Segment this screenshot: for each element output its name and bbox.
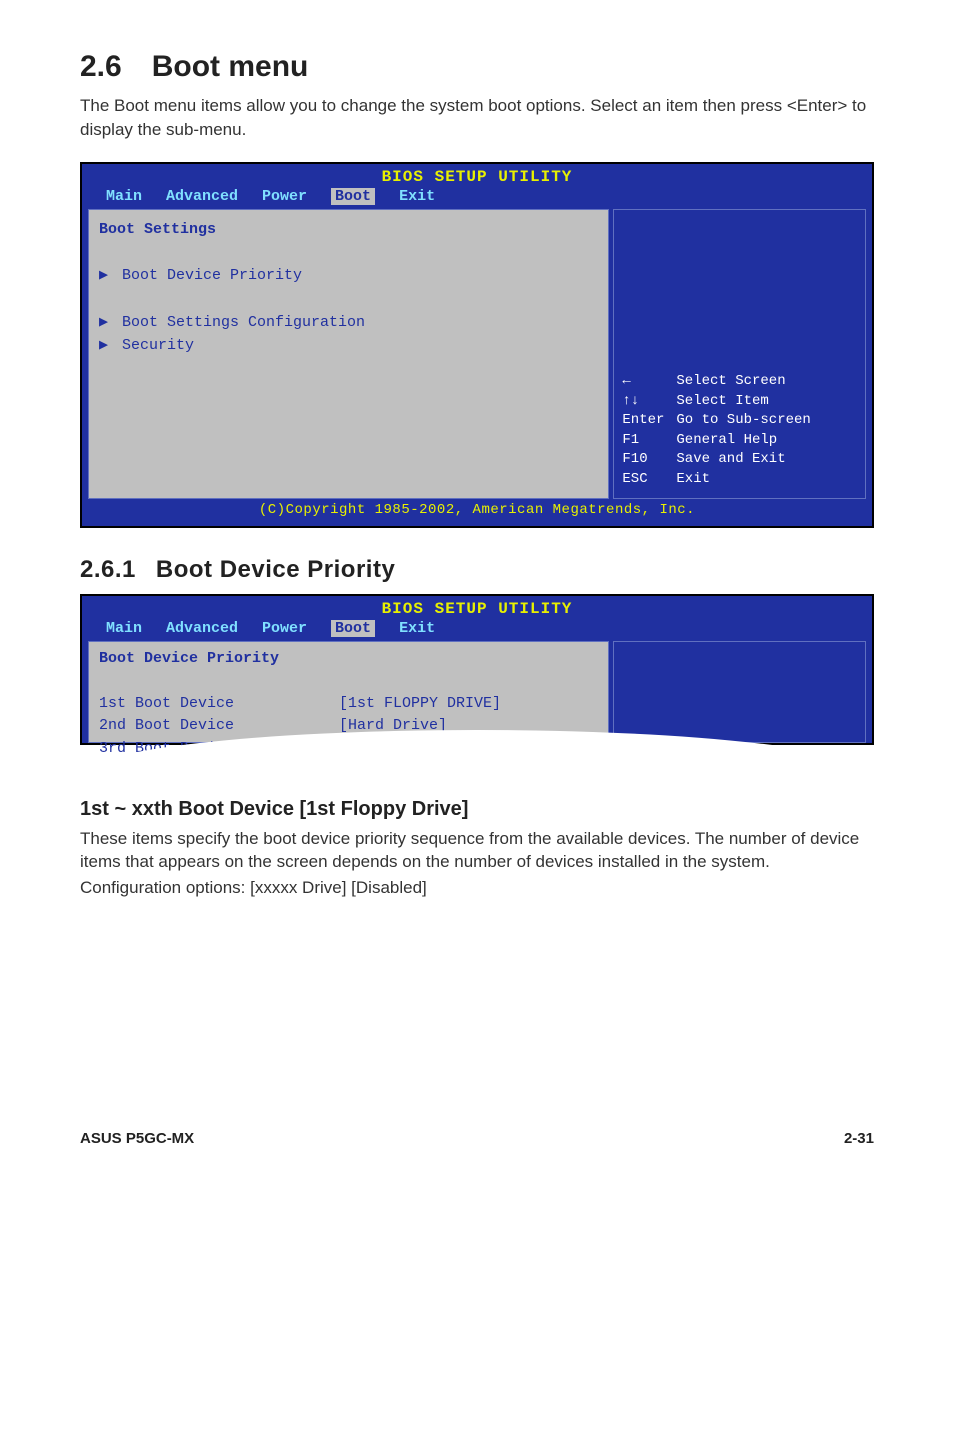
bios-tab-exit[interactable]: Exit <box>399 620 435 637</box>
bios-tab-advanced[interactable]: Advanced <box>166 188 238 205</box>
bios-tab-advanced[interactable]: Advanced <box>166 620 238 637</box>
subsection-heading: 2.6.1 Boot Device Priority <box>80 556 874 584</box>
intro-paragraph: The Boot menu items allow you to change … <box>80 94 874 142</box>
bios-help-keys: ←Select Screen ↑↓Select Item EnterGo to … <box>622 372 857 490</box>
bios-tab-power[interactable]: Power <box>262 620 307 637</box>
section-number: 2.6 <box>80 50 122 84</box>
bios-panel-device-priority: BIOS SETUP UTILITY Main Advanced Power B… <box>80 594 874 745</box>
bios-tab-boot[interactable]: Boot <box>331 620 375 637</box>
bios-item-boot-device-priority[interactable]: ▶ Boot Device Priority <box>99 264 598 287</box>
bios-panel-boot-settings: BIOS SETUP UTILITY Main Advanced Power B… <box>80 162 874 528</box>
item-body: These items specify the boot device prio… <box>80 827 874 875</box>
bios-heading: Boot Settings <box>99 218 598 241</box>
footer-right: 2-31 <box>844 1130 874 1147</box>
bios-panel-device-priority-wrap: BIOS SETUP UTILITY Main Advanced Power B… <box>80 594 874 774</box>
triangle-right-icon: ▶ <box>99 334 113 357</box>
subsection-title-text: Boot Device Priority <box>156 556 395 583</box>
bios-tab-main[interactable]: Main <box>106 620 142 637</box>
bios-help-pane <box>613 641 866 743</box>
item-config: Configuration options: [xxxxx Drive] [Di… <box>80 876 874 900</box>
bios-copyright: (C)Copyright 1985-2002, American Megatre… <box>82 499 872 522</box>
bios-help-pane: ←Select Screen ↑↓Select Item EnterGo to … <box>613 209 866 499</box>
footer-left: ASUS P5GC-MX <box>80 1130 194 1147</box>
bios-title: BIOS SETUP UTILITY <box>82 164 872 186</box>
bios-tab-exit[interactable]: Exit <box>399 188 435 205</box>
bios-item-security[interactable]: ▶ Security <box>99 334 598 357</box>
bios-tab-boot[interactable]: Boot <box>331 188 375 205</box>
bios-tabs: Main Advanced Power Boot Exit <box>82 186 872 209</box>
bios-left-pane: Boot Settings ▶ Boot Device Priority ▶ B… <box>88 209 609 499</box>
bios-item-boot-settings-config[interactable]: ▶ Boot Settings Configuration <box>99 311 598 334</box>
section-title-text: Boot menu <box>152 50 309 83</box>
subsection-number: 2.6.1 <box>80 556 136 584</box>
bios-row-1st-boot[interactable]: 1st Boot Device[1st FLOPPY DRIVE] <box>99 693 598 716</box>
section-heading: 2.6 Boot menu <box>80 50 874 84</box>
bios-tab-main[interactable]: Main <box>106 188 142 205</box>
bios-tab-power[interactable]: Power <box>262 188 307 205</box>
triangle-right-icon: ▶ <box>99 311 113 334</box>
bios-title: BIOS SETUP UTILITY <box>82 596 872 618</box>
page-footer: ASUS P5GC-MX 2-31 <box>80 920 874 1147</box>
bios-heading: Boot Device Priority <box>99 648 598 671</box>
bios-left-pane: Boot Device Priority 1st Boot Device[1st… <box>88 641 609 743</box>
item-heading: 1st ~ xxth Boot Device [1st Floppy Drive… <box>80 798 874 821</box>
bios-tabs: Main Advanced Power Boot Exit <box>82 618 872 641</box>
triangle-right-icon: ▶ <box>99 264 113 287</box>
